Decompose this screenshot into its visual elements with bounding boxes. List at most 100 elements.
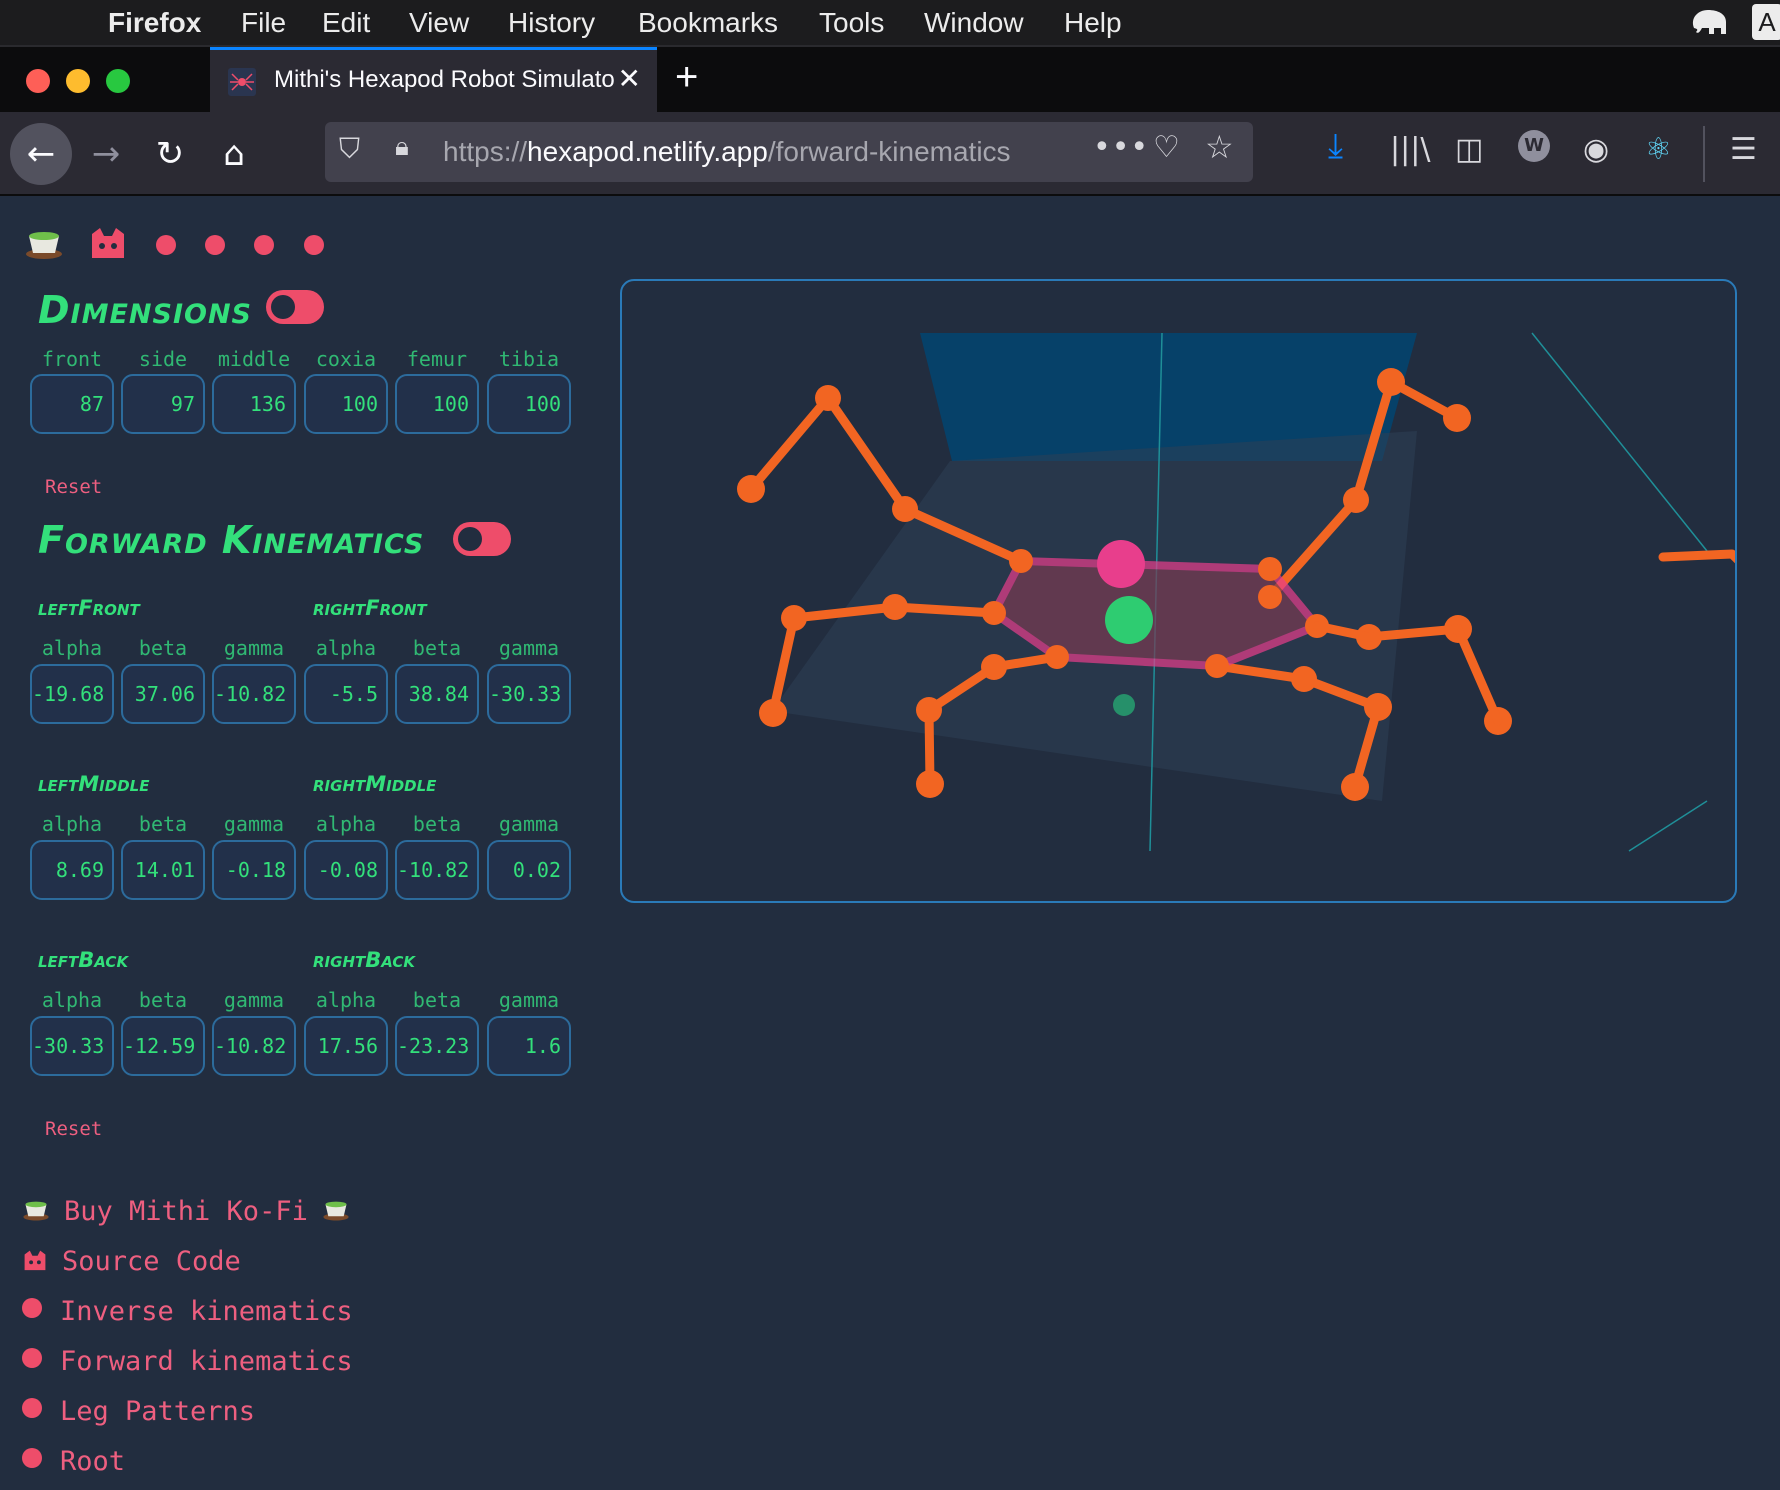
footer-link-label: Leg Patterns bbox=[60, 1396, 256, 1427]
menu-bookmarks[interactable]: Bookmarks bbox=[638, 7, 778, 39]
angle-input-gamma[interactable]: -0.18 bbox=[212, 840, 296, 900]
joint bbox=[1343, 487, 1369, 513]
angle-input-gamma[interactable]: -10.82 bbox=[212, 1016, 296, 1076]
nav-dot-inverse-kinematics[interactable] bbox=[156, 235, 176, 255]
angle-input-beta[interactable]: -10.82 bbox=[395, 840, 479, 900]
angle-label-alpha: alpha bbox=[315, 988, 377, 1012]
dimension-input[interactable]: 100 bbox=[395, 374, 479, 434]
angle-input-beta[interactable]: 14.01 bbox=[121, 840, 205, 900]
joint bbox=[1341, 773, 1369, 801]
angle-input-gamma[interactable]: 0.02 bbox=[487, 840, 571, 900]
angle-input-beta[interactable]: 37.06 bbox=[121, 664, 205, 724]
lock-icon[interactable]: 🔒︎ bbox=[395, 132, 409, 163]
account-icon[interactable]: ◉ bbox=[1583, 132, 1609, 167]
dimensions-toggle[interactable] bbox=[266, 290, 324, 324]
angle-input-gamma[interactable]: -10.82 bbox=[212, 664, 296, 724]
zoom-window-button[interactable] bbox=[106, 69, 130, 93]
dimension-input[interactable]: 87 bbox=[30, 374, 114, 434]
angle-input-alpha[interactable]: -0.08 bbox=[304, 840, 388, 900]
footer-link[interactable]: Leg Patterns bbox=[22, 1396, 255, 1427]
forward-kinematics-toggle[interactable] bbox=[453, 522, 511, 556]
input-source-indicator[interactable]: A bbox=[1752, 4, 1780, 40]
angle-label-beta: beta bbox=[412, 636, 462, 660]
footer-link[interactable]: Source Code bbox=[22, 1246, 241, 1281]
joint bbox=[1291, 666, 1317, 692]
joint bbox=[1009, 549, 1033, 573]
react-devtools-icon[interactable]: ⚛ bbox=[1645, 132, 1672, 167]
joint bbox=[892, 496, 918, 522]
dimension-input[interactable]: 100 bbox=[304, 374, 388, 434]
menu-file[interactable]: File bbox=[241, 7, 286, 39]
dimension-input[interactable]: 100 bbox=[487, 374, 571, 434]
url-text[interactable]: https://hexapod.netlify.app/forward-kine… bbox=[443, 136, 1011, 168]
footer-link-label: Forward kinematics bbox=[60, 1346, 353, 1377]
library-icon[interactable]: |||\ bbox=[1390, 132, 1430, 167]
hexapod-scene[interactable] bbox=[622, 281, 1737, 903]
angle-input-beta[interactable]: 38.84 bbox=[395, 664, 479, 724]
new-tab-icon[interactable]: + bbox=[675, 55, 698, 100]
angle-input-beta[interactable]: -23.23 bbox=[395, 1016, 479, 1076]
footer-link[interactable]: Root bbox=[22, 1446, 125, 1477]
sidebar-icon[interactable]: ◫ bbox=[1455, 132, 1483, 167]
tab-title: Mithi's Hexapod Robot Simulator bbox=[274, 66, 614, 93]
angle-label-alpha: alpha bbox=[41, 812, 103, 836]
bookmark-star-icon[interactable]: ☆ bbox=[1205, 128, 1234, 166]
dimensions-reset-button[interactable]: Reset bbox=[45, 476, 102, 498]
angle-input-alpha[interactable]: 8.69 bbox=[30, 840, 114, 900]
hexapod-3d-viewport[interactable] bbox=[620, 279, 1737, 903]
page-actions-icon[interactable]: ••• bbox=[1093, 130, 1149, 165]
nav-dot-forward-kinematics[interactable] bbox=[205, 235, 225, 255]
angle-label-gamma: gamma bbox=[223, 812, 285, 836]
home-icon[interactable]: ⌂ bbox=[206, 126, 262, 182]
center-of-gravity-marker bbox=[1105, 596, 1153, 644]
reload-icon[interactable]: ↻ bbox=[142, 126, 198, 182]
address-bar[interactable]: ⛉ 🔒︎ https://hexapod.netlify.app/forward… bbox=[325, 122, 1253, 182]
angle-input-alpha[interactable]: -5.5 bbox=[304, 664, 388, 724]
close-window-button[interactable] bbox=[26, 69, 50, 93]
toolbar-divider bbox=[1703, 126, 1705, 182]
hamburger-menu-icon[interactable]: ☰ bbox=[1730, 132, 1757, 167]
menu-tools[interactable]: Tools bbox=[819, 7, 884, 39]
dot-icon bbox=[22, 1448, 42, 1468]
back-arrow-icon[interactable]: ← bbox=[10, 123, 72, 185]
menu-edit[interactable]: Edit bbox=[322, 7, 370, 39]
footer-link[interactable]: Forward kinematics bbox=[22, 1346, 353, 1377]
angle-input-alpha[interactable]: 17.56 bbox=[304, 1016, 388, 1076]
menu-history[interactable]: History bbox=[508, 7, 595, 39]
extension-w-icon[interactable]: W bbox=[1518, 130, 1550, 162]
forward-arrow-icon[interactable]: → bbox=[78, 126, 134, 182]
menu-view[interactable]: View bbox=[409, 7, 469, 39]
tea-cup-icon[interactable] bbox=[24, 224, 64, 272]
pocket-icon[interactable]: ♡ bbox=[1153, 130, 1180, 165]
dimension-input[interactable]: 136 bbox=[212, 374, 296, 434]
angle-input-gamma[interactable]: -30.33 bbox=[487, 664, 571, 724]
elephant-icon[interactable] bbox=[1688, 6, 1730, 38]
joint bbox=[916, 697, 942, 723]
minimize-window-button[interactable] bbox=[66, 69, 90, 93]
angle-label-alpha: alpha bbox=[41, 988, 103, 1012]
angle-label-beta: beta bbox=[138, 988, 188, 1012]
leg-title: rightBack bbox=[313, 948, 416, 972]
footer-link[interactable]: Buy Mithi Ko-Fi bbox=[22, 1196, 350, 1231]
dimensions-title: Dimensions bbox=[38, 288, 252, 332]
joint bbox=[982, 601, 1006, 625]
nav-dot-root[interactable] bbox=[304, 235, 324, 255]
menu-app-name[interactable]: Firefox bbox=[108, 7, 201, 39]
shield-icon[interactable]: ⛉ bbox=[339, 132, 360, 166]
dimension-input[interactable]: 97 bbox=[121, 374, 205, 434]
footer-link[interactable]: Inverse kinematics bbox=[22, 1296, 353, 1327]
right-front-leg[interactable] bbox=[1658, 549, 1737, 645]
angle-input-gamma[interactable]: 1.6 bbox=[487, 1016, 571, 1076]
angle-input-beta[interactable]: -12.59 bbox=[121, 1016, 205, 1076]
nav-dot-leg-patterns[interactable] bbox=[254, 235, 274, 255]
menu-help[interactable]: Help bbox=[1064, 7, 1122, 39]
active-tab[interactable]: Mithi's Hexapod Robot Simulator ✕ bbox=[210, 47, 657, 114]
github-cat-icon[interactable] bbox=[88, 224, 128, 272]
angle-input-alpha[interactable]: -19.68 bbox=[30, 664, 114, 724]
menu-window[interactable]: Window bbox=[924, 7, 1024, 39]
forward-kinematics-reset-button[interactable]: Reset bbox=[45, 1118, 102, 1140]
angle-input-alpha[interactable]: -30.33 bbox=[30, 1016, 114, 1076]
close-icon[interactable]: ✕ bbox=[618, 62, 641, 95]
downloads-icon[interactable]: ⤓ bbox=[1328, 126, 1343, 166]
footer-link-label: Root bbox=[60, 1446, 126, 1477]
